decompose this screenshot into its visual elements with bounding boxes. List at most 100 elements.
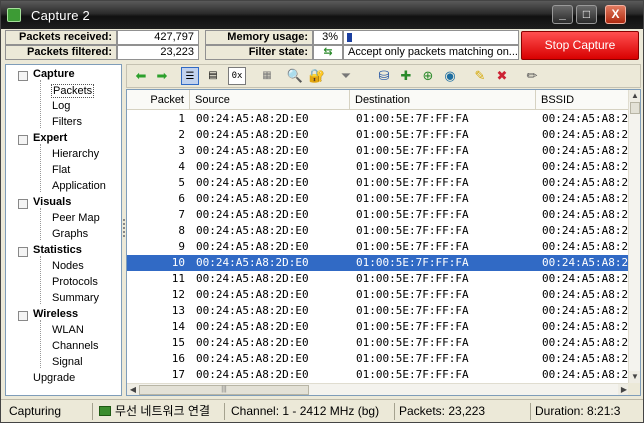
cell-source: 00:24:A5:A8:2D:E0 <box>196 224 309 237</box>
cell-packet: 5 <box>178 176 185 189</box>
nav-item-wlan[interactable]: WLAN <box>52 324 84 336</box>
table-row[interactable]: 5 00:24:A5:A8:2D:E0 01:00:5E:7F:FF:FA 00:24… <box>127 175 630 191</box>
detail-view-icon[interactable]: ▤ <box>204 67 222 85</box>
column-header-bssid[interactable]: BSSID <box>536 90 636 110</box>
capture-window: Capture 2 _ □ X Packets received: 427,79… <box>0 0 644 423</box>
globe-icon[interactable]: ◉ <box>441 67 459 85</box>
bookmark-icon[interactable]: ✎ <box>471 67 489 85</box>
table-row[interactable]: 17 00:24:A5:A8:2D:E0 01:00:5E:7F:FF:FA 00:2… <box>127 367 630 383</box>
table-row[interactable]: 11 00:24:A5:A8:2D:E0 01:00:5E:7F:FF:FA 00:2… <box>127 271 630 287</box>
nav-category-upgrade[interactable]: Upgrade <box>33 372 75 384</box>
column-header-destination[interactable]: Destination <box>350 90 536 110</box>
scroll-corner <box>628 383 640 395</box>
stop-capture-button[interactable]: Stop Capture <box>521 31 639 60</box>
memory-usage-label: Memory usage: <box>205 30 313 45</box>
cell-packet: 6 <box>178 192 185 205</box>
table-row[interactable]: 8 00:24:A5:A8:2D:E0 01:00:5E:7F:FF:FA 00:24… <box>127 223 630 239</box>
cell-packet: 8 <box>178 224 185 237</box>
nav-category-statistics[interactable]: Statistics <box>33 244 82 256</box>
add-node-icon[interactable]: ✚ <box>397 67 415 85</box>
packet-grid[interactable]: Packet Source Destination BSSID 1 00:24:A… <box>126 89 641 396</box>
list-view-icon[interactable]: ☰ <box>181 67 199 85</box>
splitter-grip-icon <box>123 219 125 237</box>
clear-bookmark-icon[interactable]: ✖ <box>493 67 511 85</box>
table-row[interactable]: 3 00:24:A5:A8:2D:E0 01:00:5E:7F:FF:FA 00:24… <box>127 143 630 159</box>
nav-item-peer-map[interactable]: Peer Map <box>52 212 100 224</box>
table-row[interactable]: 6 00:24:A5:A8:2D:E0 01:00:5E:7F:FF:FA 00:24… <box>127 191 630 207</box>
add-peer-icon[interactable]: ⊕ <box>419 67 437 85</box>
duration-status: Duration: 8:21:3 <box>535 404 621 418</box>
forward-arrow-icon[interactable]: ➡ <box>153 67 171 85</box>
cell-destination: 01:00:5E:7F:FF:FA <box>356 320 469 333</box>
nav-item-log[interactable]: Log <box>52 100 70 112</box>
filter-dropdown-icon[interactable]: ⏷ <box>337 67 355 85</box>
nav-category-capture[interactable]: Capture <box>33 68 75 80</box>
scroll-up-icon[interactable]: ▲ <box>629 90 640 102</box>
scroll-left-icon[interactable]: ◀ <box>127 384 139 395</box>
vertical-scroll-thumb[interactable] <box>630 102 640 114</box>
tree-connector <box>40 320 41 368</box>
horizontal-scroll-thumb[interactable]: ||| <box>139 385 309 395</box>
table-row[interactable]: 4 00:24:A5:A8:2D:E0 01:00:5E:7F:FF:FA 00:24… <box>127 159 630 175</box>
column-header-source[interactable]: Source <box>190 90 350 110</box>
nav-item-filters[interactable]: Filters <box>52 116 82 128</box>
nav-item-hierarchy[interactable]: Hierarchy <box>52 148 99 160</box>
scroll-down-icon[interactable]: ▼ <box>629 371 640 383</box>
network-adapter-icon <box>99 406 111 416</box>
close-button[interactable]: X <box>605 5 626 24</box>
edit-icon[interactable]: ✏ <box>523 67 541 85</box>
grid-header: Packet Source Destination BSSID <box>127 90 630 110</box>
decode-icon[interactable]: 🔐 <box>308 67 326 85</box>
cell-source: 00:24:A5:A8:2D:E0 <box>196 240 309 253</box>
horizontal-scrollbar[interactable]: ◀ ||| ▶ <box>127 383 630 395</box>
adapter-status: 무선 네트워크 연결 <box>95 403 225 420</box>
table-row[interactable]: 7 00:24:A5:A8:2D:E0 01:00:5E:7F:FF:FA 00:24… <box>127 207 630 223</box>
cell-packet: 16 <box>171 352 185 365</box>
nav-category-wireless[interactable]: Wireless <box>33 308 78 320</box>
nav-category-expert[interactable]: Expert <box>33 132 67 144</box>
back-arrow-icon[interactable]: ⬅ <box>132 67 150 85</box>
nav-item-channels[interactable]: Channels <box>52 340 98 352</box>
column-header-packet[interactable]: Packet <box>127 90 190 110</box>
hex-view-icon[interactable]: 0x <box>228 67 246 85</box>
nav-item-graphs[interactable]: Graphs <box>52 228 88 240</box>
title-bar[interactable]: Capture 2 _ □ X <box>1 1 643 29</box>
nav-item-application[interactable]: Application <box>52 180 106 192</box>
tree-connector <box>40 208 41 240</box>
table-row[interactable]: 15 00:24:A5:A8:2D:E0 01:00:5E:7F:FF:FA 00:2… <box>127 335 630 351</box>
table-row[interactable]: 13 00:24:A5:A8:2D:E0 01:00:5E:7F:FF:FA 00:2… <box>127 303 630 319</box>
table-row[interactable]: 1 00:24:A5:A8:2D:E0 01:00:5E:7F:FF:FA 00:24… <box>127 111 630 127</box>
cell-packet: 17 <box>171 368 185 381</box>
table-row[interactable]: 2 00:24:A5:A8:2D:E0 01:00:5E:7F:FF:FA 00:24… <box>127 127 630 143</box>
table-row[interactable]: 12 00:24:A5:A8:2D:E0 01:00:5E:7F:FF:FA 00:2… <box>127 287 630 303</box>
cell-packet: 1 <box>178 112 185 125</box>
minimize-button[interactable]: _ <box>552 5 573 24</box>
table-row[interactable]: 14 00:24:A5:A8:2D:E0 01:00:5E:7F:FF:FA 00:2… <box>127 319 630 335</box>
navigation-tree: Capture Packets Log Filters Expert Hierarchy F… <box>5 64 122 396</box>
nav-item-flat[interactable]: Flat <box>52 164 70 176</box>
vertical-scrollbar[interactable]: ▲ ▼ <box>628 90 640 383</box>
cell-bssid: 00:24:A5:A8:2 <box>542 320 629 333</box>
cell-destination: 01:00:5E:7F:FF:FA <box>356 192 469 205</box>
nav-item-protocols[interactable]: Protocols <box>52 276 98 288</box>
filter-state-value: Accept only packets matching on... <box>343 45 519 60</box>
cell-destination: 01:00:5E:7F:FF:FA <box>356 304 469 317</box>
category-visuals-icon <box>18 199 28 209</box>
cell-packet: 3 <box>178 144 185 157</box>
cell-bssid: 00:24:A5:A8:2 <box>542 304 629 317</box>
search-icon[interactable]: 🔍 <box>286 67 304 85</box>
nav-category-visuals[interactable]: Visuals <box>33 196 71 208</box>
table-row[interactable]: 16 00:24:A5:A8:2D:E0 01:00:5E:7F:FF:FA 00:2… <box>127 351 630 367</box>
nav-item-signal[interactable]: Signal <box>52 356 83 368</box>
cell-destination: 01:00:5E:7F:FF:FA <box>356 256 469 269</box>
cell-source: 00:24:A5:A8:2D:E0 <box>196 176 309 189</box>
cell-packet: 9 <box>178 240 185 253</box>
nav-item-summary[interactable]: Summary <box>52 292 99 304</box>
columns-icon[interactable]: ▦ <box>258 67 276 85</box>
table-row[interactable]: 9 00:24:A5:A8:2D:E0 01:00:5E:7F:FF:FA 00:24… <box>127 239 630 255</box>
nav-item-packets[interactable]: Packets <box>51 84 95 98</box>
table-row[interactable]: 10 00:24:A5:A8:2D:E0 01:00:5E:7F:FF:FA 00:2… <box>127 255 630 271</box>
nav-item-nodes[interactable]: Nodes <box>52 260 84 272</box>
maximize-button[interactable]: □ <box>576 5 597 24</box>
database-icon[interactable]: ⛁ <box>375 67 393 85</box>
